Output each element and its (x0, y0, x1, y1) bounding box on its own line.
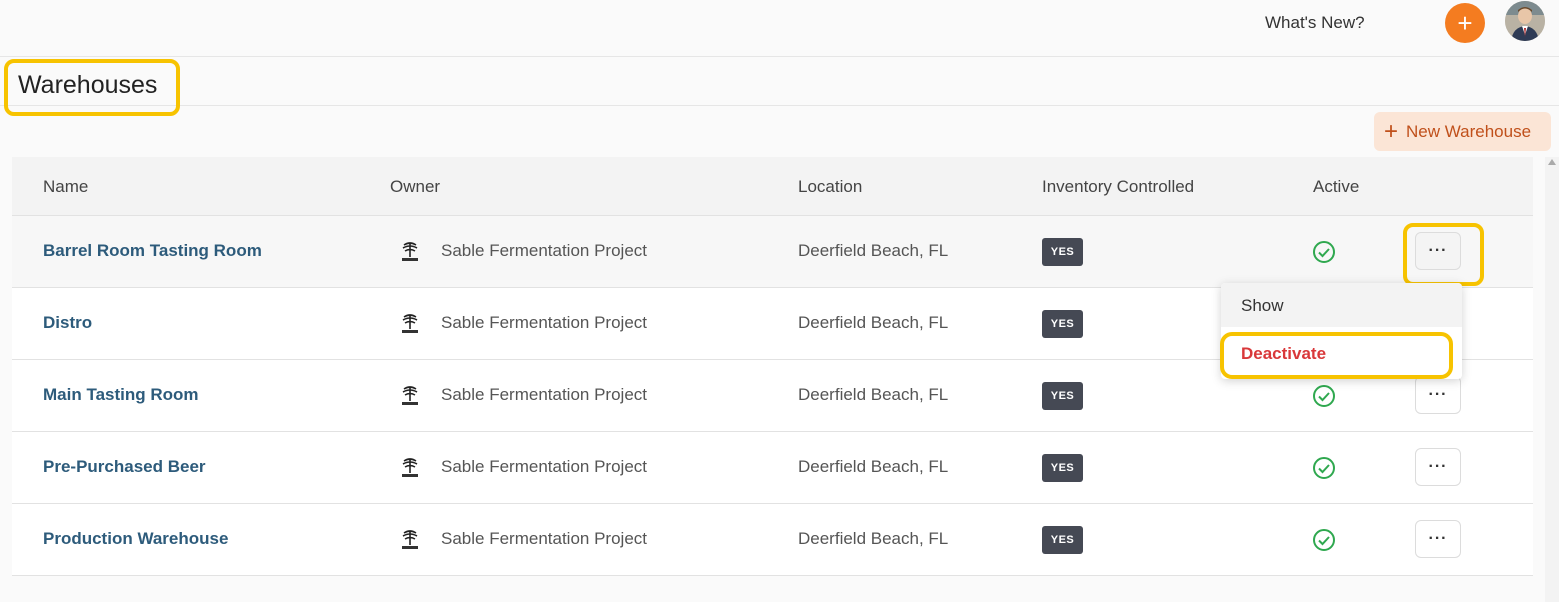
plus-icon: + (1384, 117, 1399, 145)
column-header-active[interactable]: Active (1313, 177, 1359, 197)
warehouse-name-link[interactable]: Distro (43, 313, 92, 333)
page-header: Warehouses (0, 57, 1559, 106)
column-header-location[interactable]: Location (798, 177, 862, 197)
owner-logo-icon (402, 242, 418, 261)
warehouse-name-link[interactable]: Pre-Purchased Beer (43, 457, 206, 477)
quick-add-button[interactable]: + (1445, 3, 1485, 43)
inventory-controlled-badge: YES (1042, 238, 1083, 266)
row-actions-button[interactable]: ··· (1415, 448, 1461, 486)
row-actions-button[interactable]: ··· (1415, 376, 1461, 414)
row-actions-button[interactable]: ··· (1415, 520, 1461, 558)
owner-logo-icon (402, 314, 418, 333)
warehouse-name-link[interactable]: Production Warehouse (43, 529, 228, 549)
user-avatar-icon (1505, 1, 1545, 41)
owner-logo-icon (402, 530, 418, 549)
top-bar: What's New? + (0, 0, 1559, 57)
table-header: Name Owner Location Inventory Controlled… (12, 157, 1533, 216)
table-row: Pre-Purchased Beer Sable Fermentation Pr… (12, 432, 1533, 504)
owner-name: Sable Fermentation Project (441, 457, 647, 476)
owner-name: Sable Fermentation Project (441, 385, 647, 404)
menu-item-show[interactable]: Show (1221, 283, 1462, 327)
inventory-controlled-badge: YES (1042, 526, 1083, 554)
whats-new-link[interactable]: What's New? (1265, 13, 1365, 33)
active-check-icon (1313, 241, 1335, 263)
warehouse-location: Deerfield Beach, FL (798, 457, 949, 476)
column-header-inventory-controlled[interactable]: Inventory Controlled (1042, 177, 1194, 197)
owner-name: Sable Fermentation Project (441, 529, 647, 548)
warehouse-location: Deerfield Beach, FL (798, 385, 949, 404)
row-actions-button[interactable]: ··· (1415, 232, 1461, 270)
active-check-icon (1313, 385, 1335, 407)
table-row: Production Warehouse Sable Fermentation … (12, 504, 1533, 576)
warehouse-name-link[interactable]: Barrel Room Tasting Room (43, 241, 262, 261)
warehouse-name-link[interactable]: Main Tasting Room (43, 385, 199, 405)
owner-logo-icon (402, 458, 418, 477)
active-check-icon (1313, 529, 1335, 551)
table-row: Barrel Room Tasting Room Sable Fermentat… (12, 216, 1533, 288)
row-actions-menu: Show Deactivate (1221, 283, 1462, 379)
avatar[interactable] (1505, 1, 1545, 41)
scroll-up-icon[interactable] (1548, 159, 1556, 165)
owner-logo-icon (402, 386, 418, 405)
column-header-owner[interactable]: Owner (390, 177, 440, 197)
new-warehouse-button[interactable]: + New Warehouse (1374, 112, 1551, 151)
menu-item-deactivate[interactable]: Deactivate (1241, 344, 1326, 364)
scrollbar[interactable] (1545, 157, 1559, 602)
new-warehouse-label: New Warehouse (1406, 121, 1532, 141)
inventory-controlled-badge: YES (1042, 382, 1083, 410)
owner-name: Sable Fermentation Project (441, 241, 647, 260)
column-header-name[interactable]: Name (43, 177, 88, 197)
warehouse-location: Deerfield Beach, FL (798, 241, 949, 260)
plus-icon: + (1457, 8, 1473, 38)
menu-item-show-label: Show (1241, 296, 1284, 315)
owner-name: Sable Fermentation Project (441, 313, 647, 332)
active-check-icon (1313, 457, 1335, 479)
inventory-controlled-badge: YES (1042, 454, 1083, 482)
page-title: Warehouses (18, 71, 158, 99)
warehouse-location: Deerfield Beach, FL (798, 529, 949, 548)
inventory-controlled-badge: YES (1042, 310, 1083, 338)
warehouse-location: Deerfield Beach, FL (798, 313, 949, 332)
